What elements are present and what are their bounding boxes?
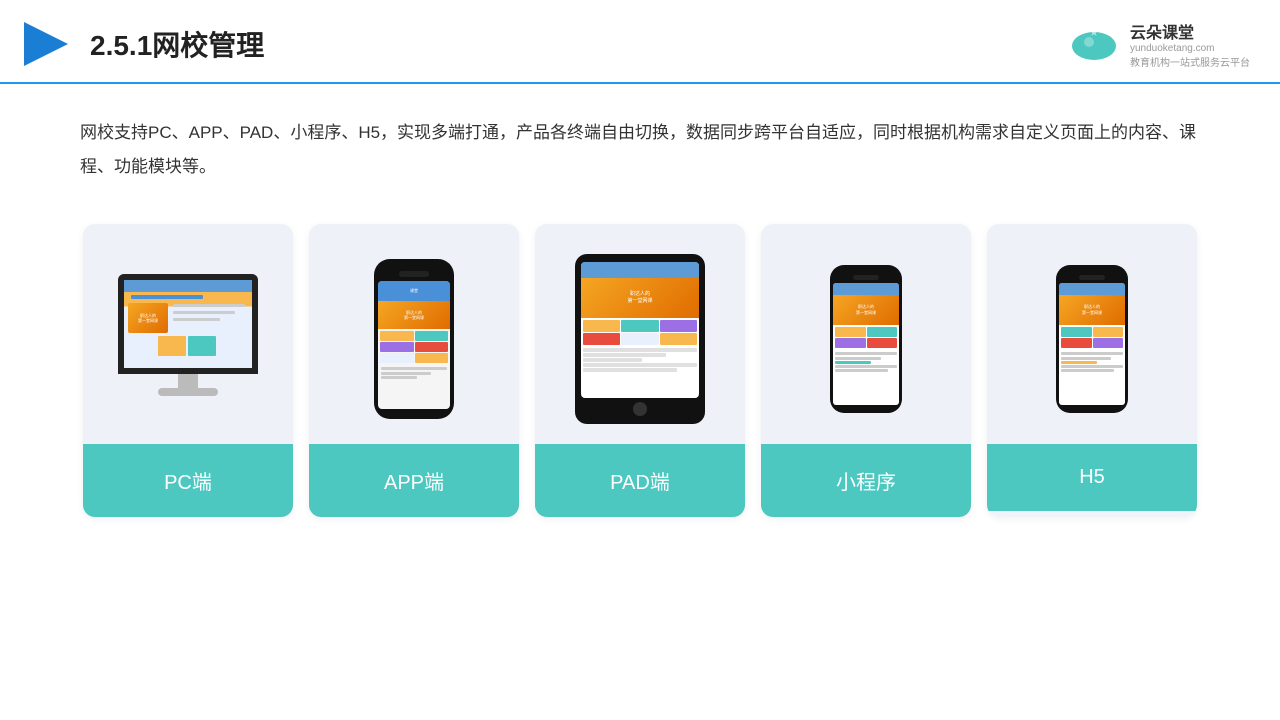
miniprogram-label: 小程序 — [761, 444, 971, 517]
header-left: 2.5.1网校管理 — [20, 18, 264, 70]
card-h5: 职达人的第一堂网课 H5 — [987, 224, 1197, 517]
phone-sm-mockup-2: 职达人的第一堂网课 — [1056, 265, 1128, 413]
app-image-area: 课堂 职达人的第一堂网课 — [309, 224, 519, 444]
logo-text: 云朵课堂 yunduoketang.com 教育机构一站式服务云平台 — [1130, 19, 1250, 69]
card-pad: 职达人的第一堂网课 — [535, 224, 745, 517]
app-label: APP端 — [309, 444, 519, 517]
phone-sm-mockup-1: 职达人的第一堂网课 — [830, 265, 902, 413]
monitor-mockup: 职达人的第一堂网课 — [108, 274, 268, 404]
pc-label: PC端 — [83, 444, 293, 517]
card-miniprogram: 职达人的第一堂网课 小程序 — [761, 224, 971, 517]
page-title: 2.5.1网校管理 — [90, 24, 264, 64]
pad-label: PAD端 — [535, 444, 745, 517]
pad-image-area: 职达人的第一堂网课 — [535, 224, 745, 444]
description-text: 网校支持PC、APP、PAD、小程序、H5，实现多端打通，产品各终端自由切换，数… — [0, 84, 1280, 204]
card-pc: 职达人的第一堂网课 — [83, 224, 293, 517]
card-app: 课堂 职达人的第一堂网课 — [309, 224, 519, 517]
cloud-logo-icon — [1067, 24, 1122, 64]
miniprogram-image-area: 职达人的第一堂网课 — [761, 224, 971, 444]
phone-mockup: 课堂 职达人的第一堂网课 — [374, 259, 454, 419]
cards-container: 职达人的第一堂网课 — [0, 204, 1280, 547]
header: 2.5.1网校管理 云朵课堂 yunduoketang.com 教育机构一站式服… — [0, 0, 1280, 84]
pc-image-area: 职达人的第一堂网课 — [83, 224, 293, 444]
h5-image-area: 职达人的第一堂网课 — [987, 224, 1197, 444]
h5-label: H5 — [987, 444, 1197, 511]
tablet-mockup: 职达人的第一堂网课 — [575, 254, 705, 424]
play-icon — [20, 18, 72, 70]
logo-area: 云朵课堂 yunduoketang.com 教育机构一站式服务云平台 — [1067, 19, 1250, 69]
